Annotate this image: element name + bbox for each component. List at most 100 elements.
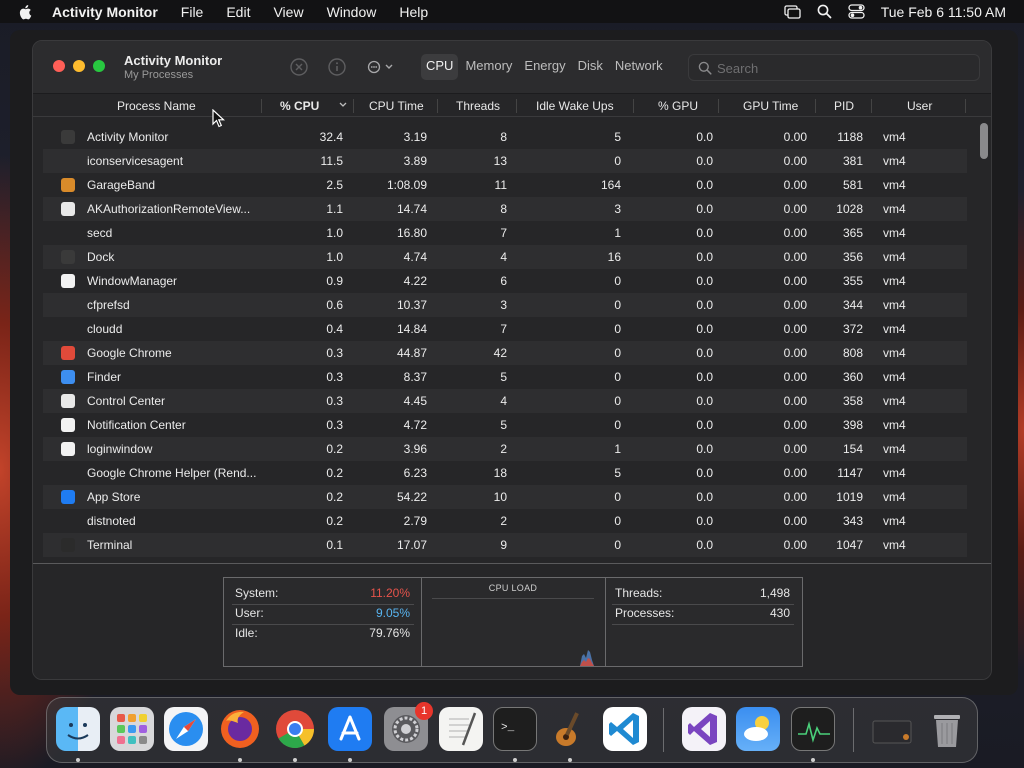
window-subtitle[interactable]: My Processes (124, 69, 193, 81)
column-threads[interactable]: Threads (456, 99, 500, 113)
firefox-icon[interactable] (218, 707, 262, 751)
cell-user: vm4 (883, 418, 906, 432)
weather-icon[interactable] (736, 707, 780, 751)
table-row[interactable]: distnoted 0.2 2.79 2 0 0.0 0.00 343 vm4 (43, 509, 967, 533)
cell-cpu-percent: 0.3 (326, 394, 343, 408)
menu-file[interactable]: File (181, 4, 204, 20)
close-window-button[interactable] (53, 60, 65, 72)
cell-cpu-percent: 0.3 (326, 346, 343, 360)
table-row[interactable]: Google Chrome Helper (Rend... 0.2 6.23 18 5 0… (43, 461, 967, 485)
terminal-icon[interactable]: >_ (493, 707, 537, 751)
column-process-name[interactable]: Process Name (117, 99, 196, 113)
cell-gpu-percent: 0.0 (696, 322, 713, 336)
column-separator[interactable] (633, 99, 634, 113)
visual-studio-icon[interactable] (682, 707, 726, 751)
cell-threads: 5 (500, 370, 507, 384)
table-row[interactable]: Notification Center 0.3 4.72 5 0 0.0 0.00 398 vm… (43, 413, 967, 437)
more-options-icon[interactable] (366, 57, 396, 77)
search-input[interactable] (717, 59, 972, 77)
table-row[interactable]: secd 1.0 16.80 7 1 0.0 0.00 365 vm4 (43, 221, 967, 245)
control-center-icon[interactable] (848, 4, 865, 19)
tab-network[interactable]: Network (610, 54, 668, 80)
cell-idle-wake-ups: 0 (614, 370, 621, 384)
spotlight-search-icon[interactable] (817, 4, 832, 19)
column-separator[interactable] (718, 99, 719, 113)
table-scrollbar[interactable] (979, 121, 989, 561)
finder-icon[interactable] (56, 707, 100, 751)
garageband-icon[interactable] (548, 707, 592, 751)
cell-gpu-time: 0.00 (783, 250, 807, 264)
column-separator[interactable] (353, 99, 354, 113)
apple-icon[interactable] (17, 3, 35, 21)
column-user[interactable]: User (907, 99, 932, 113)
table-row[interactable]: Control Center 0.3 4.45 4 0 0.0 0.00 358 vm4 (43, 389, 967, 413)
menu-app-name[interactable]: Activity Monitor (52, 4, 158, 20)
table-row[interactable]: AKAuthorizationRemoteView... 1.1 14.74 8 3 0.… (43, 197, 967, 221)
activity-monitor-icon[interactable] (791, 707, 835, 751)
menu-clock[interactable]: Tue Feb 6 11:50 AM (881, 4, 1006, 20)
cell-gpu-percent: 0.0 (696, 370, 713, 384)
column-cpu-time[interactable]: CPU Time (369, 99, 424, 113)
table-row[interactable]: Finder 0.3 8.37 5 0 0.0 0.00 360 vm4 (43, 365, 967, 389)
tab-memory[interactable]: Memory (460, 54, 517, 80)
cell-user: vm4 (883, 178, 906, 192)
table-row[interactable]: App Store 0.2 54.22 10 0 0.0 0.00 1019 vm4 (43, 485, 967, 509)
menu-view[interactable]: View (273, 4, 303, 20)
cell-gpu-time: 0.00 (783, 538, 807, 552)
cell-cpu-percent: 1.1 (326, 202, 343, 216)
cell-gpu-percent: 0.0 (696, 250, 713, 264)
table-row[interactable]: iconservicesagent 11.5 3.89 13 0 0.0 0.00 381 vm… (43, 149, 967, 173)
cell-cpu-percent: 0.3 (326, 370, 343, 384)
column-separator[interactable] (965, 99, 966, 113)
stop-process-icon[interactable] (289, 57, 309, 77)
column-separator[interactable] (516, 99, 517, 113)
menu-edit[interactable]: Edit (226, 4, 250, 20)
cell-gpu-time: 0.00 (783, 418, 807, 432)
table-row[interactable]: Activity Monitor 32.4 3.19 8 5 0.0 0.00 1188 vm4 (43, 125, 967, 149)
chrome-icon[interactable] (273, 707, 317, 751)
menu-help[interactable]: Help (399, 4, 428, 20)
launchpad-icon[interactable] (110, 707, 154, 751)
column-gpu-time[interactable]: GPU Time (743, 99, 798, 113)
app-store-icon[interactable] (328, 707, 372, 751)
zoom-window-button[interactable] (93, 60, 105, 72)
column-separator[interactable] (437, 99, 438, 113)
table-row[interactable]: Terminal 0.1 17.07 9 0 0.0 0.00 1047 vm4 (43, 533, 967, 557)
minimize-window-button[interactable] (73, 60, 85, 72)
table-row[interactable]: cloudd 0.4 14.84 7 0 0.0 0.00 372 vm4 (43, 317, 967, 341)
notification-badge: 1 (415, 702, 433, 720)
running-indicator (513, 758, 517, 762)
tab-disk[interactable]: Disk (573, 54, 608, 80)
table-row[interactable]: loginwindow 0.2 3.96 2 1 0.0 0.00 154 vm4 (43, 437, 967, 461)
table-row[interactable]: Dock 1.0 4.74 4 16 0.0 0.00 356 vm4 (43, 245, 967, 269)
table-row[interactable]: cfprefsd 0.6 10.37 3 0 0.0 0.00 344 vm4 (43, 293, 967, 317)
tab-energy[interactable]: Energy (519, 54, 570, 80)
menu-window[interactable]: Window (327, 4, 377, 20)
cell-process-name: App Store (87, 490, 141, 504)
column-cpu-percent[interactable]: % CPU (280, 99, 319, 113)
tab-cpu[interactable]: CPU (421, 54, 459, 80)
downloads-icon[interactable] (870, 707, 914, 751)
search-field[interactable] (688, 54, 980, 81)
safari-icon[interactable] (164, 707, 208, 751)
table-row[interactable]: GarageBand 2.5 1:08.09 11 164 0.0 0.00 581 vm4 (43, 173, 967, 197)
table-row[interactable]: Google Chrome 0.3 44.87 42 0 0.0 0.00 808 vm4 (43, 341, 967, 365)
trash-icon[interactable] (925, 707, 969, 751)
textedit-icon[interactable] (439, 707, 483, 751)
sort-descending-icon[interactable] (338, 100, 348, 110)
screen-mirroring-icon[interactable] (784, 4, 801, 19)
column-separator[interactable] (815, 99, 816, 113)
column-separator[interactable] (871, 99, 872, 113)
column-gpu-percent[interactable]: % GPU (658, 99, 698, 113)
column-idle-wake-ups[interactable]: Idle Wake Ups (536, 99, 614, 113)
cell-cpu-time: 14.74 (396, 202, 427, 216)
column-pid[interactable]: PID (834, 99, 854, 113)
scrollbar-thumb[interactable] (980, 123, 988, 159)
info-icon[interactable] (327, 57, 347, 77)
table-row[interactable]: WindowManager 0.9 4.22 6 0 0.0 0.00 355 vm4 (43, 269, 967, 293)
vscode-icon[interactable] (603, 707, 647, 751)
column-separator[interactable] (261, 99, 262, 113)
row-divider (232, 624, 414, 625)
dock-icon (61, 250, 75, 264)
panel-divider (605, 578, 606, 666)
